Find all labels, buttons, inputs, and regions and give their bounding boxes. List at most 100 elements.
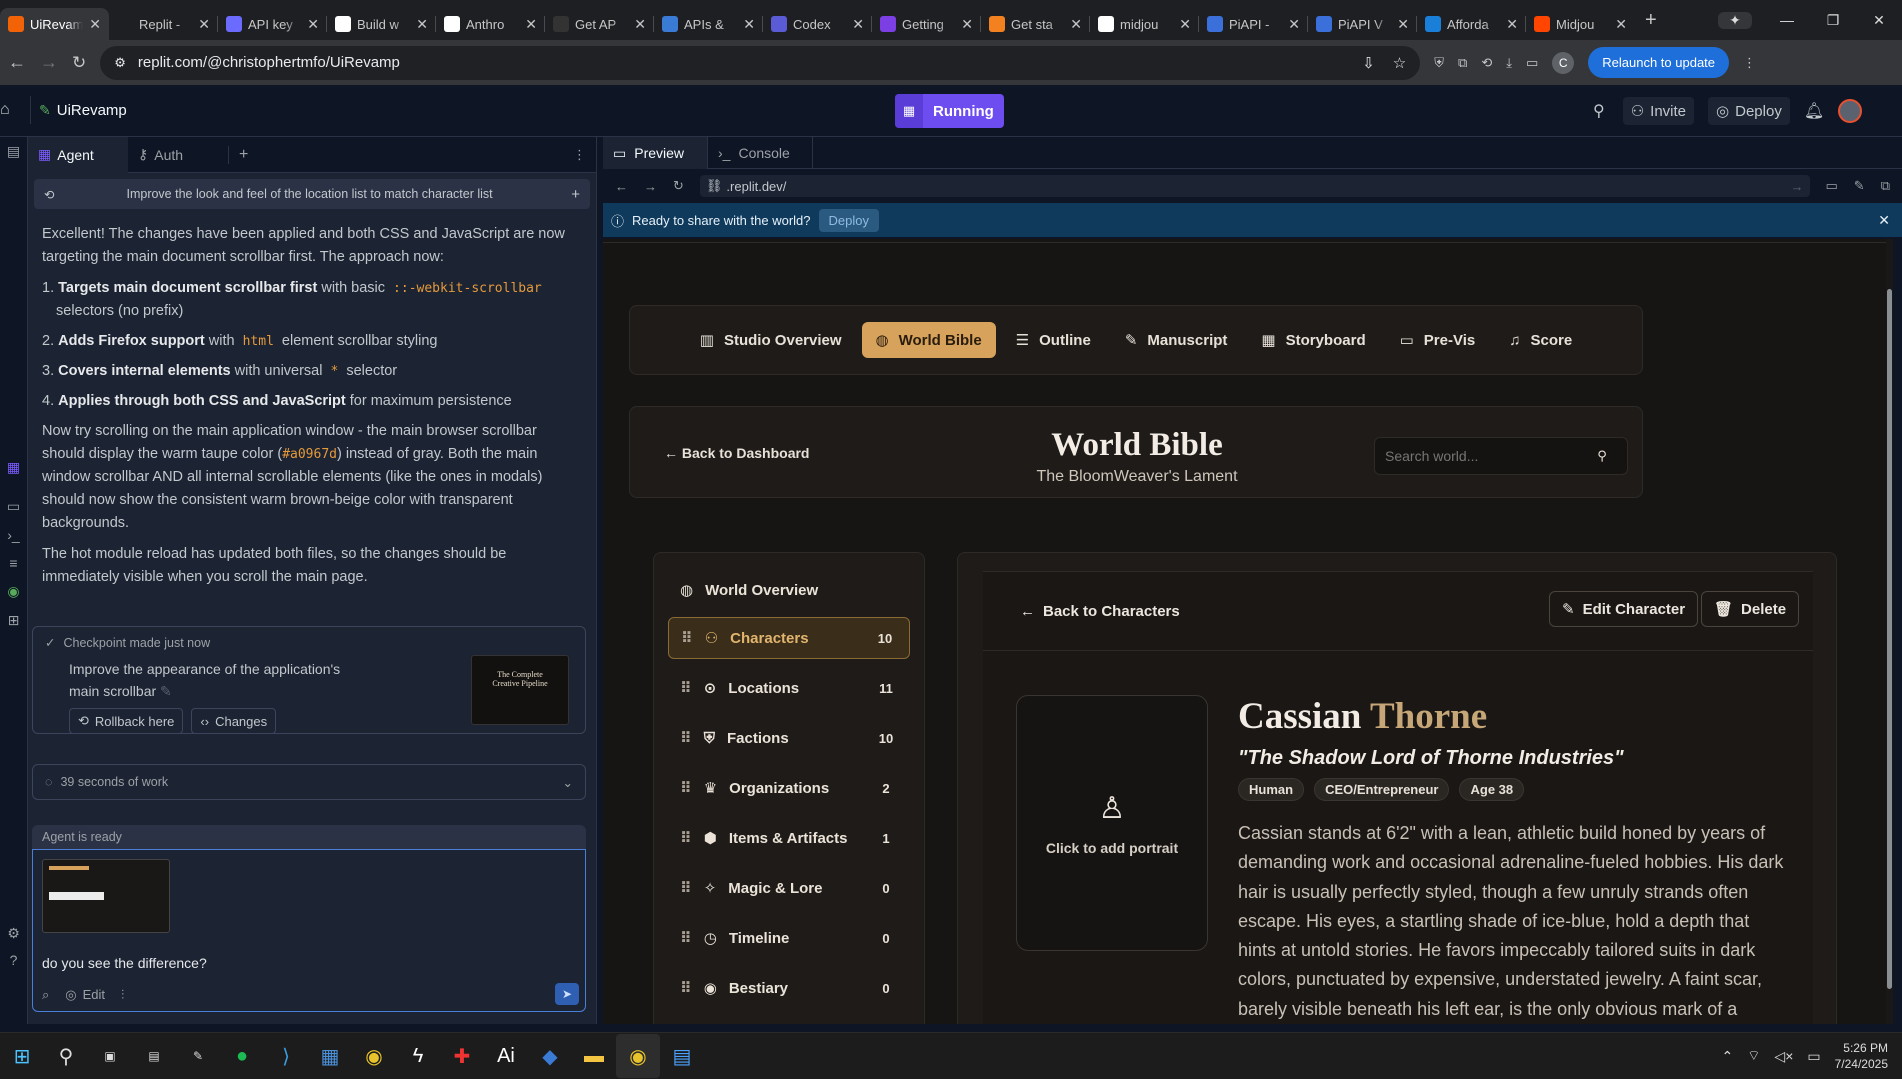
- browser-tab[interactable]: Get AP ✕: [545, 8, 654, 40]
- chat-input-text[interactable]: do you see the difference?: [33, 933, 585, 971]
- user-avatar[interactable]: [1838, 99, 1863, 123]
- nav-storyboard[interactable]: ▦ Storyboard: [1247, 322, 1379, 358]
- nav-score[interactable]: ♫ Score: [1495, 322, 1586, 358]
- files-icon[interactable]: ▤: [7, 143, 20, 160]
- site-settings-icon[interactable]: ⚙: [114, 55, 126, 71]
- drag-handle-icon[interactable]: ⠿: [680, 879, 692, 897]
- changes-button[interactable]: ‹› Changes: [191, 708, 277, 734]
- taskbar-app-icon[interactable]: ▣: [88, 1034, 132, 1078]
- relaunch-update-button[interactable]: Relaunch to update: [1588, 47, 1730, 78]
- taskbar-app-icon[interactable]: ▤: [132, 1034, 176, 1078]
- nav-manuscript[interactable]: ✎ Manuscript: [1111, 322, 1242, 358]
- devices-icon[interactable]: ▭: [1826, 178, 1838, 194]
- app-scrollbar[interactable]: [1887, 289, 1892, 989]
- spotify-icon[interactable]: ●: [220, 1034, 264, 1078]
- reload-icon[interactable]: ↻: [72, 53, 86, 73]
- share-deploy-button[interactable]: Deploy: [818, 208, 879, 232]
- drag-handle-icon[interactable]: ⠿: [680, 729, 692, 747]
- send-button[interactable]: ➤: [555, 983, 579, 1005]
- profile-avatar[interactable]: C: [1552, 51, 1575, 74]
- rollback-button[interactable]: ⟲ Rollback here: [69, 708, 184, 734]
- close-banner-icon[interactable]: ✕: [1878, 212, 1890, 229]
- settings-icon[interactable]: ⚙: [7, 925, 20, 942]
- taskbar-app-icon[interactable]: ✎: [176, 1034, 220, 1078]
- drag-handle-icon[interactable]: ⠿: [680, 929, 692, 947]
- browser-tab[interactable]: PiAPI - ✕: [1199, 8, 1308, 40]
- maximize-button[interactable]: ❐: [1810, 12, 1856, 29]
- all-tools-icon[interactable]: ⊞: [8, 612, 20, 629]
- drag-handle-icon[interactable]: ⠿: [680, 779, 692, 797]
- forward-icon[interactable]: →: [40, 52, 58, 73]
- taskbar-app-icon[interactable]: Ai: [484, 1034, 528, 1078]
- minimize-button[interactable]: —: [1764, 12, 1810, 28]
- devtools-icon[interactable]: ✎: [1854, 178, 1865, 194]
- shield-extension-icon[interactable]: ⛨: [1434, 55, 1444, 71]
- new-tab-button[interactable]: +: [1645, 9, 1657, 32]
- drag-handle-icon[interactable]: ⠿: [680, 979, 692, 997]
- deploy-button[interactable]: ◎ Deploy: [1708, 97, 1790, 125]
- browser-tab[interactable]: PiAPI V ✕: [1308, 8, 1417, 40]
- wifi-icon[interactable]: ⌔: [1747, 1047, 1760, 1065]
- nav-world-bible[interactable]: ◍ World Bible: [861, 322, 996, 358]
- browser-tab[interactable]: UiRevamp ✕: [0, 8, 109, 40]
- browser-tab[interactable]: Anthro ✕: [436, 8, 545, 40]
- close-tab-icon[interactable]: ✕: [525, 16, 537, 33]
- browser-tab[interactable]: API key ✕: [218, 8, 327, 40]
- chrome-icon[interactable]: ◉: [352, 1034, 396, 1078]
- work-duration-row[interactable]: ◌ 39 seconds of work ⌄: [32, 764, 586, 800]
- tab-auth[interactable]: ⚷ Auth: [128, 137, 228, 173]
- console-icon[interactable]: ›_: [7, 527, 19, 543]
- tray-chevron-icon[interactable]: ⌃: [1722, 1048, 1734, 1065]
- browser-tab[interactable]: Get sta ✕: [981, 8, 1090, 40]
- tab-console[interactable]: ›_ Console: [708, 137, 813, 169]
- volume-icon[interactable]: ◁×: [1774, 1048, 1793, 1065]
- delete-button[interactable]: 🗑︎ Delete: [1701, 591, 1800, 627]
- taskbar-app-icon[interactable]: ◆: [528, 1034, 572, 1078]
- taskbar-app-icon[interactable]: ✚: [440, 1034, 484, 1078]
- close-tab-icon[interactable]: ✕: [743, 16, 755, 33]
- sidebar-item-bestiary[interactable]: ⠿ ◉ Bestiary 0: [668, 967, 910, 1009]
- replit-agent-icon[interactable]: ▦: [7, 459, 20, 476]
- bookmark-star-icon[interactable]: ☆: [1393, 54, 1406, 72]
- tab-preview[interactable]: ▭ Preview: [603, 137, 708, 169]
- close-tab-icon[interactable]: ✕: [416, 16, 428, 33]
- drag-handle-icon[interactable]: ⠿: [680, 679, 692, 697]
- drag-handle-icon[interactable]: ⠿: [680, 829, 692, 847]
- nav-outline[interactable]: ☰ Outline: [1002, 322, 1105, 358]
- edit-pencil-icon[interactable]: ✎: [160, 683, 172, 699]
- close-tab-icon[interactable]: ✕: [89, 16, 101, 33]
- sidebar-item-timeline[interactable]: ⠿ ◷ Timeline 0: [668, 917, 910, 959]
- panel-menu-icon[interactable]: ⋮: [573, 147, 596, 163]
- chat-input-box[interactable]: do you see the difference? ⌕ ◎ Edit ⫶ ➤: [32, 849, 586, 1012]
- vscode-icon[interactable]: ⟩: [264, 1034, 308, 1078]
- new-window-icon[interactable]: ⧉: [1881, 178, 1890, 194]
- photos-icon[interactable]: ▦: [308, 1034, 352, 1078]
- close-tab-icon[interactable]: ✕: [1397, 16, 1409, 33]
- chrome-active-icon[interactable]: ◉: [616, 1034, 660, 1078]
- sidebar-item-locations[interactable]: ⠿ ⊙ Locations 11: [668, 667, 910, 709]
- browser-tab[interactable]: Afforda ✕: [1417, 8, 1526, 40]
- preview-back-icon[interactable]: ←: [615, 179, 628, 194]
- close-tab-icon[interactable]: ✕: [1070, 16, 1082, 33]
- preview-reload-icon[interactable]: ↻: [673, 178, 684, 194]
- taskbar-search-icon[interactable]: ⚲: [44, 1034, 88, 1078]
- edit-mode-button[interactable]: ◎ Edit: [65, 987, 105, 1003]
- close-tab-icon[interactable]: ✕: [961, 16, 973, 33]
- run-status-button[interactable]: ▦ Running: [895, 94, 1004, 128]
- close-tab-icon[interactable]: ✕: [1615, 16, 1627, 33]
- sidebar-item-items-artifacts[interactable]: ⠿ ⬢ Items & Artifacts 1: [668, 817, 910, 859]
- browser-menu-icon[interactable]: ⋮: [1743, 55, 1756, 71]
- close-window-button[interactable]: ✕: [1856, 12, 1902, 29]
- back-to-characters-link[interactable]: ← Back to Characters: [1020, 603, 1180, 620]
- download-icon[interactable]: ⤓: [1506, 55, 1512, 71]
- sidebar-item-organizations[interactable]: ⠿ ♛ Organizations 2: [668, 767, 910, 809]
- browser-tab[interactable]: Build w ✕: [327, 8, 436, 40]
- nav-pre-vis[interactable]: ▭ Pre-Vis: [1386, 322, 1490, 358]
- attach-paperclip-icon[interactable]: ⌕: [42, 987, 49, 1003]
- search-icon[interactable]: ⚲: [1593, 101, 1605, 121]
- help-icon[interactable]: ?: [10, 952, 18, 968]
- close-tab-icon[interactable]: ✕: [852, 16, 864, 33]
- deployments-icon[interactable]: ◉: [7, 583, 19, 600]
- close-tab-icon[interactable]: ✕: [1288, 16, 1300, 33]
- close-tab-icon[interactable]: ✕: [1506, 16, 1518, 33]
